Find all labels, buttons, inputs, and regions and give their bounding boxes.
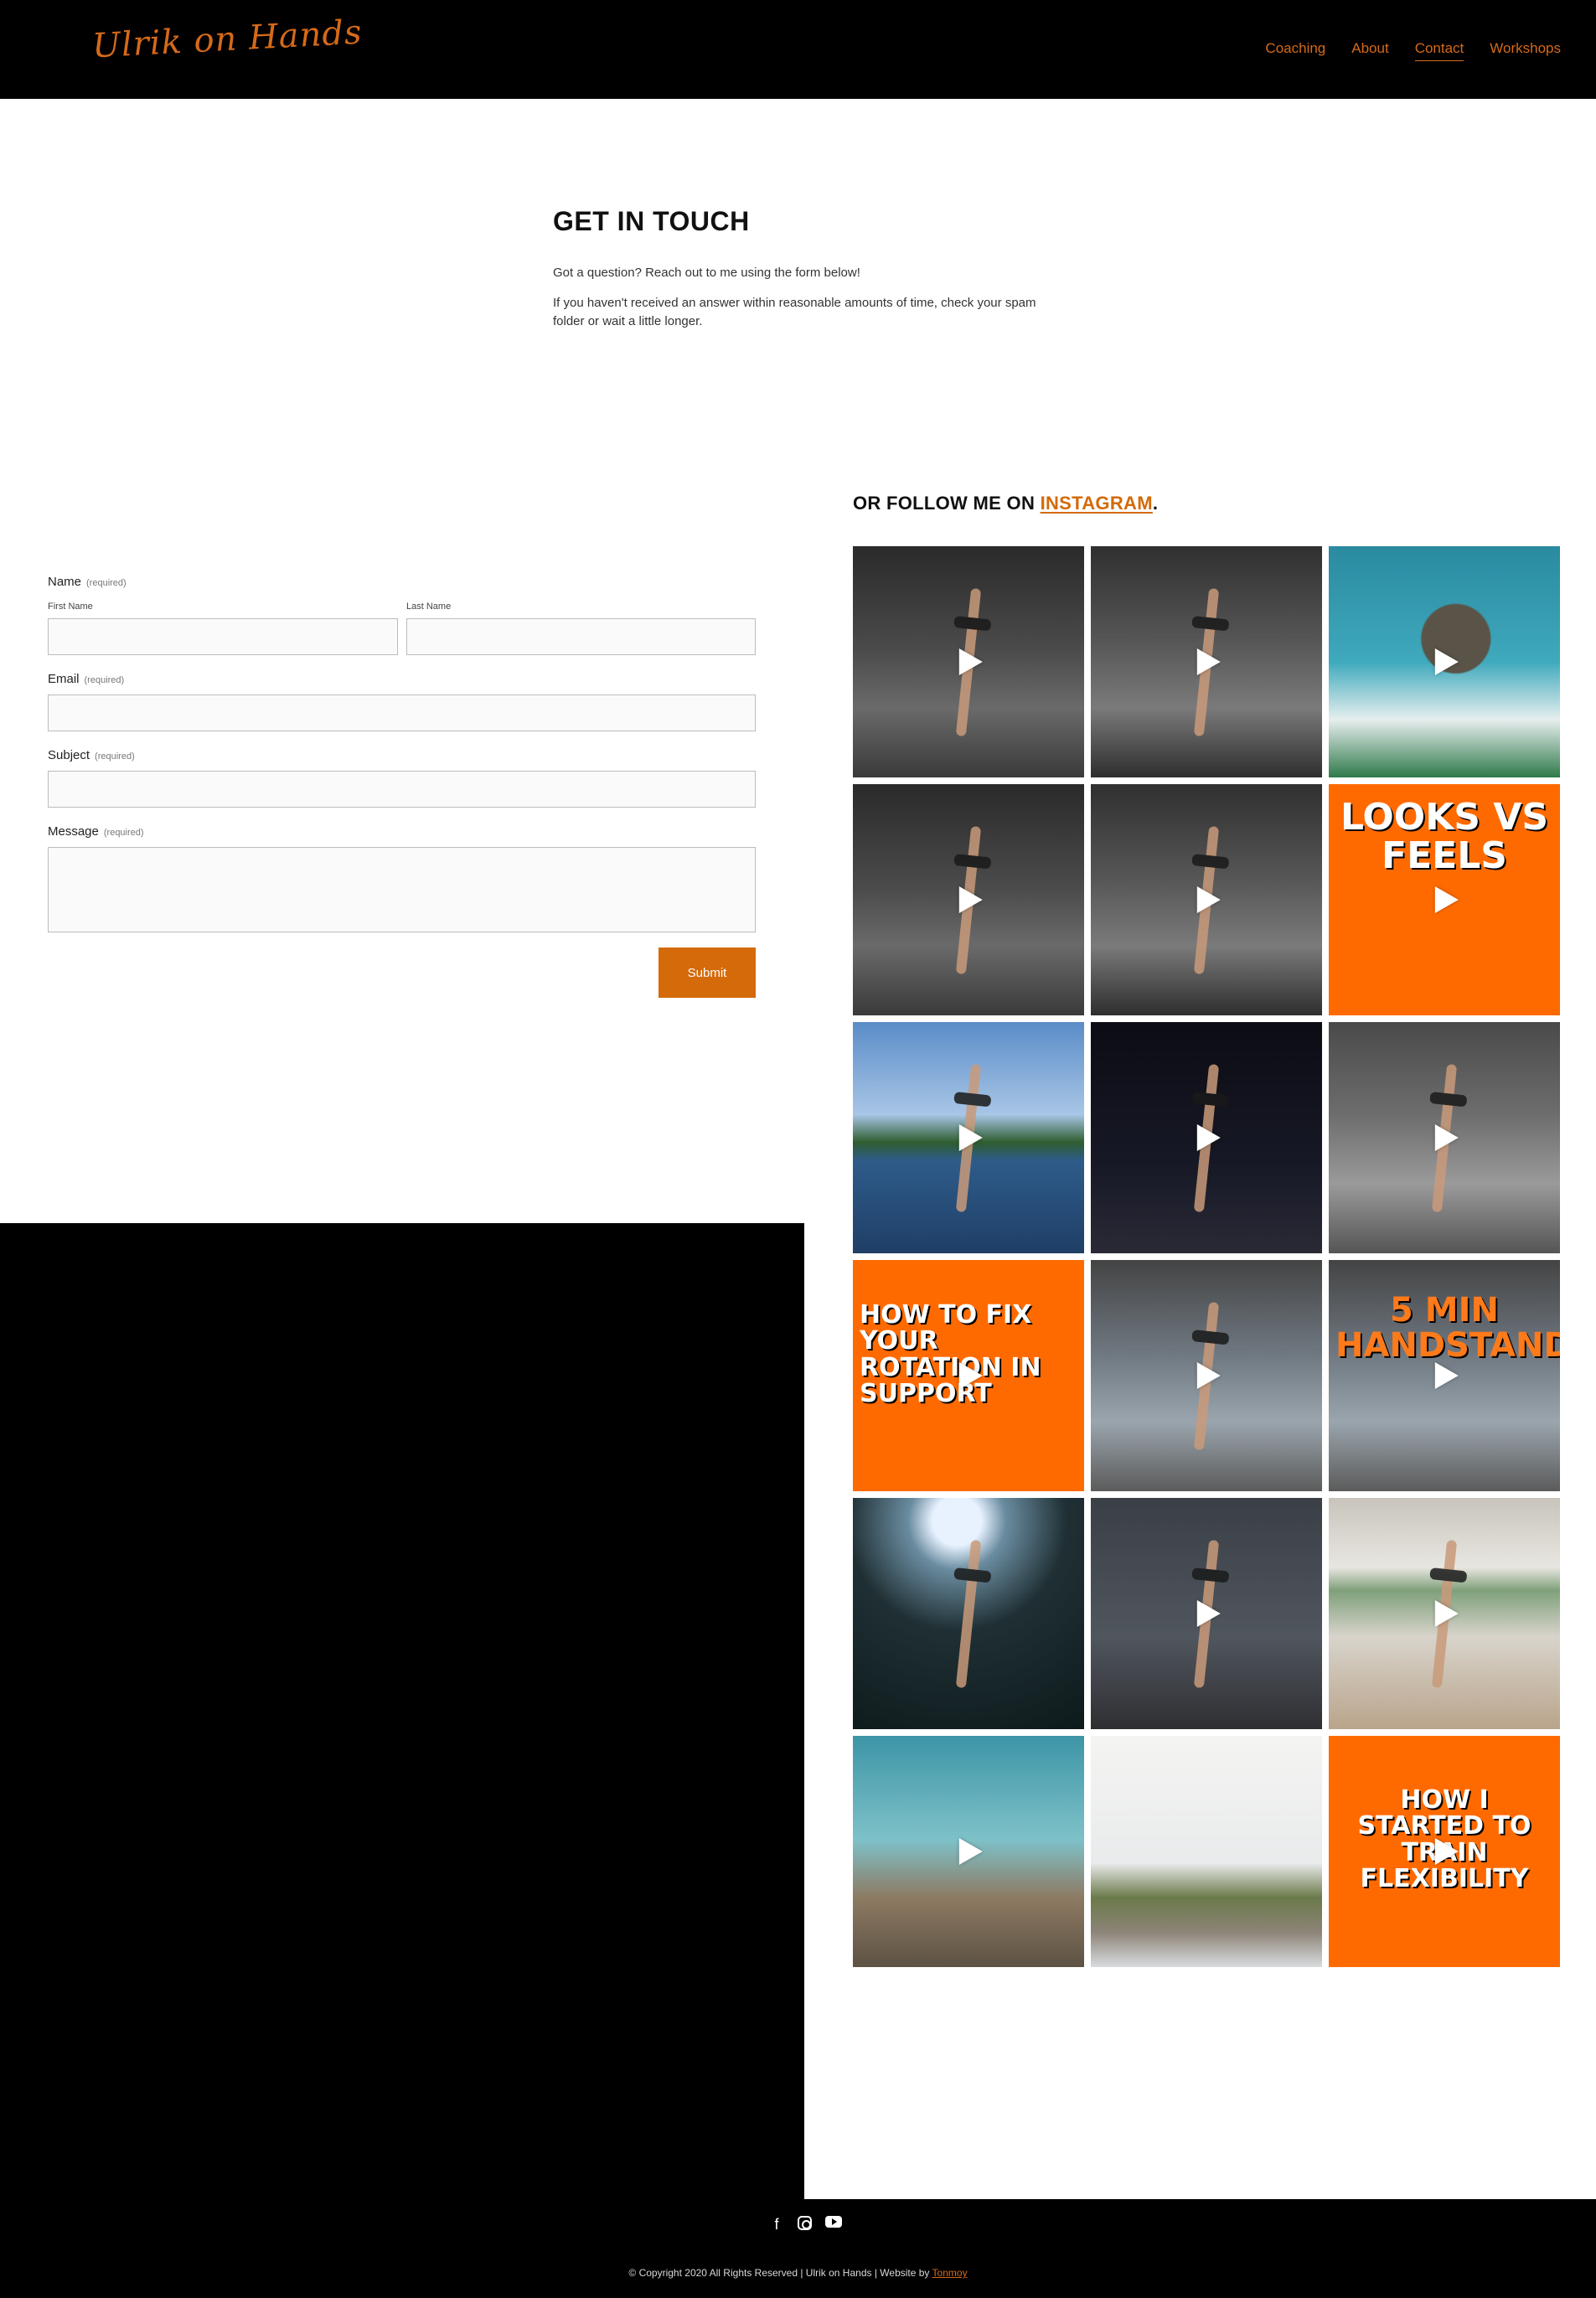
- instagram-heading-prefix: OR FOLLOW ME ON: [853, 493, 1041, 514]
- youtube-icon[interactable]: [825, 2216, 842, 2228]
- instagram-post[interactable]: [853, 546, 1084, 777]
- intro-line-1: Got a question? Reach out to me using th…: [553, 266, 860, 280]
- instagram-post[interactable]: [1091, 1736, 1322, 1967]
- post-caption: 5 MIN HANDSTAND: [1335, 1290, 1560, 1365]
- logo-text: Ulrik on Hands: [91, 13, 364, 66]
- play-icon: [958, 1362, 983, 1389]
- play-icon: [1196, 1600, 1221, 1627]
- intro-line-2: If you haven't received an answer within…: [553, 296, 1036, 328]
- nav-workshops[interactable]: Workshops: [1490, 40, 1561, 61]
- play-icon: [958, 648, 983, 675]
- social-links: f: [769, 2216, 842, 2233]
- instagram-post[interactable]: [1329, 1498, 1560, 1729]
- first-name-field[interactable]: [48, 618, 398, 655]
- name-label: Name (required): [48, 575, 127, 590]
- copyright-text: © Copyright 2020 All Rights Reserved | U…: [0, 2267, 1596, 2279]
- black-panel: [0, 1223, 804, 2199]
- play-icon: [1434, 1838, 1459, 1865]
- email-field[interactable]: [48, 695, 756, 731]
- instagram-heading: OR FOLLOW ME ON INSTAGRAM.: [853, 493, 1158, 514]
- instagram-post[interactable]: [1329, 546, 1560, 777]
- instagram-post[interactable]: LOOKS VS FEELS: [1329, 784, 1560, 1015]
- required-hint: (required): [103, 828, 144, 838]
- subject-field[interactable]: [48, 771, 756, 808]
- copyright-label: © Copyright 2020 All Rights Reserved | U…: [628, 2267, 932, 2279]
- play-icon: [958, 1124, 983, 1151]
- submit-button[interactable]: Submit: [659, 948, 756, 998]
- instagram-grid: LOOKS VS FEELS HOW TO FIX YOUR ROTATION …: [853, 546, 1560, 1967]
- play-icon: [1434, 886, 1459, 913]
- play-icon: [1196, 1362, 1221, 1389]
- play-icon: [1196, 886, 1221, 913]
- play-icon: [1434, 1600, 1459, 1627]
- email-label: Email (required): [48, 672, 124, 687]
- site-logo[interactable]: Ulrik on Hands: [91, 13, 364, 66]
- instagram-post[interactable]: [853, 1498, 1084, 1729]
- credit-link[interactable]: Tonmoy: [932, 2267, 968, 2279]
- subject-label-text: Subject: [48, 748, 90, 762]
- instagram-post[interactable]: [1329, 1022, 1560, 1253]
- subject-label: Subject (required): [48, 748, 135, 763]
- last-name-field[interactable]: [406, 618, 756, 655]
- play-icon: [1434, 648, 1459, 675]
- instagram-post[interactable]: [1091, 1260, 1322, 1491]
- instagram-post[interactable]: HOW TO FIX YOUR ROTATION IN SUPPORT: [853, 1260, 1084, 1491]
- nav-contact[interactable]: Contact: [1414, 40, 1464, 61]
- instagram-icon[interactable]: [798, 2216, 812, 2230]
- instagram-post[interactable]: [853, 784, 1084, 1015]
- instagram-post[interactable]: [1091, 1022, 1322, 1253]
- play-icon: [1434, 1362, 1459, 1389]
- nav-coaching[interactable]: Coaching: [1265, 40, 1325, 61]
- play-icon: [958, 1838, 983, 1865]
- instagram-post[interactable]: [1091, 784, 1322, 1015]
- required-hint: (required): [86, 578, 127, 588]
- post-caption: LOOKS VS FEELS: [1340, 795, 1549, 877]
- message-label-text: Message: [48, 824, 99, 839]
- instagram-post[interactable]: 5 MIN HANDSTAND: [1329, 1260, 1560, 1491]
- instagram-post[interactable]: [853, 1022, 1084, 1253]
- email-label-text: Email: [48, 672, 80, 686]
- instagram-link[interactable]: INSTAGRAM: [1041, 493, 1153, 514]
- main-nav: Coaching About Contact Workshops: [1265, 40, 1561, 61]
- required-hint: (required): [95, 751, 135, 762]
- post-caption: HOW TO FIX YOUR ROTATION IN SUPPORT: [860, 1299, 1041, 1409]
- page-title: GET IN TOUCH: [553, 206, 750, 236]
- instagram-post[interactable]: [1091, 546, 1322, 777]
- message-label: Message (required): [48, 824, 144, 839]
- contact-intro: GET IN TOUCH Got a question? Reach out t…: [553, 206, 1056, 331]
- instagram-heading-suffix: .: [1152, 493, 1159, 514]
- instagram-post[interactable]: [853, 1736, 1084, 1967]
- last-name-label: Last Name: [406, 602, 452, 612]
- nav-about[interactable]: About: [1351, 40, 1388, 61]
- first-name-label: First Name: [48, 602, 93, 612]
- name-label-text: Name: [48, 575, 82, 589]
- play-icon: [1196, 1124, 1221, 1151]
- play-icon: [958, 886, 983, 913]
- site-header: Ulrik on Hands Coaching About Contact Wo…: [0, 0, 1596, 99]
- instagram-post[interactable]: HOW I STARTED TO TRAIN FLEXIBILITY: [1329, 1736, 1560, 1967]
- play-icon: [1434, 1124, 1459, 1151]
- message-field[interactable]: [48, 847, 756, 932]
- site-footer: f © Copyright 2020 All Rights Reserved |…: [0, 2199, 1596, 2298]
- figure-silhouette: [955, 1539, 982, 1688]
- instagram-post[interactable]: [1091, 1498, 1322, 1729]
- play-icon: [1196, 648, 1221, 675]
- required-hint: (required): [84, 675, 125, 685]
- facebook-icon[interactable]: f: [769, 2216, 784, 2233]
